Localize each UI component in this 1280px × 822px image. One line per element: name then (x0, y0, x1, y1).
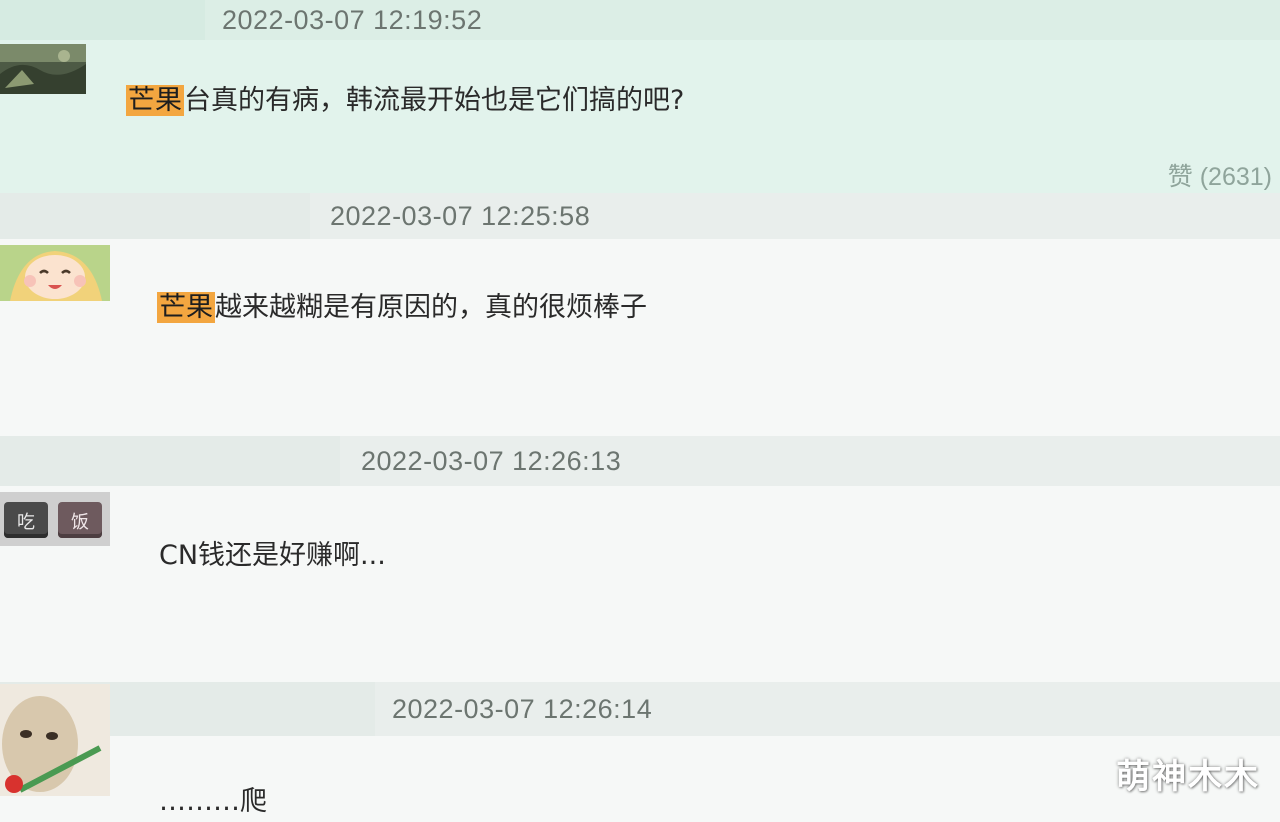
comment-timestamp: 2022-03-07 12:25:58 (330, 200, 591, 231)
comment-timestamp: 2022-03-07 12:26:14 (392, 693, 653, 724)
timestamp-bar: 2022-03-07 12:25:58 (0, 193, 1280, 239)
comment-text: ………爬 (159, 786, 267, 817)
avatar-keyboard-keys-icon[interactable]: 吃 饭 (0, 492, 110, 546)
comment-2: 2022-03-07 12:25:58 芒果越来越糊是有原因的，真的很烦棒子 (0, 193, 1280, 436)
avatar-cat-flower-icon[interactable] (0, 684, 110, 796)
key-label: 吃 (17, 512, 35, 533)
like-button[interactable]: 赞 (2631) (1168, 157, 1272, 193)
avatar-landscape-icon[interactable] (0, 44, 86, 94)
timestamp-bar: 2022-03-07 12:19:52 (0, 0, 1280, 40)
comment-text: 芒果台真的有病，韩流最开始也是它们搞的吧? (126, 85, 685, 116)
comment-timestamp: 2022-03-07 12:19:52 (222, 4, 483, 35)
timestamp-bar: 2022-03-07 12:26:13 (0, 436, 1280, 486)
keyword-highlight: 芒果 (126, 85, 184, 116)
comment-4: 2022-03-07 12:26:14 ………爬 (0, 682, 1280, 822)
timestamp-bar: 2022-03-07 12:26:14 (0, 682, 1280, 736)
avatar-anime-girl-icon[interactable] (0, 245, 110, 301)
watermark: 萌神木木 (1116, 757, 1260, 797)
comment-text: 芒果越来越糊是有原因的，真的很烦棒子 (157, 292, 647, 323)
comment-text: CN钱还是好赚啊... (159, 540, 386, 571)
comment-3: 2022-03-07 12:26:13 吃 饭 CN钱还是好赚啊... (0, 436, 1280, 682)
key-label: 饭 (71, 512, 89, 533)
comment-timestamp: 2022-03-07 12:26:13 (361, 445, 622, 476)
comment-1: 2022-03-07 12:19:52 芒果台真的有病，韩流最开始也是它们搞的吧… (0, 0, 1280, 193)
keyword-highlight: 芒果 (157, 292, 215, 323)
